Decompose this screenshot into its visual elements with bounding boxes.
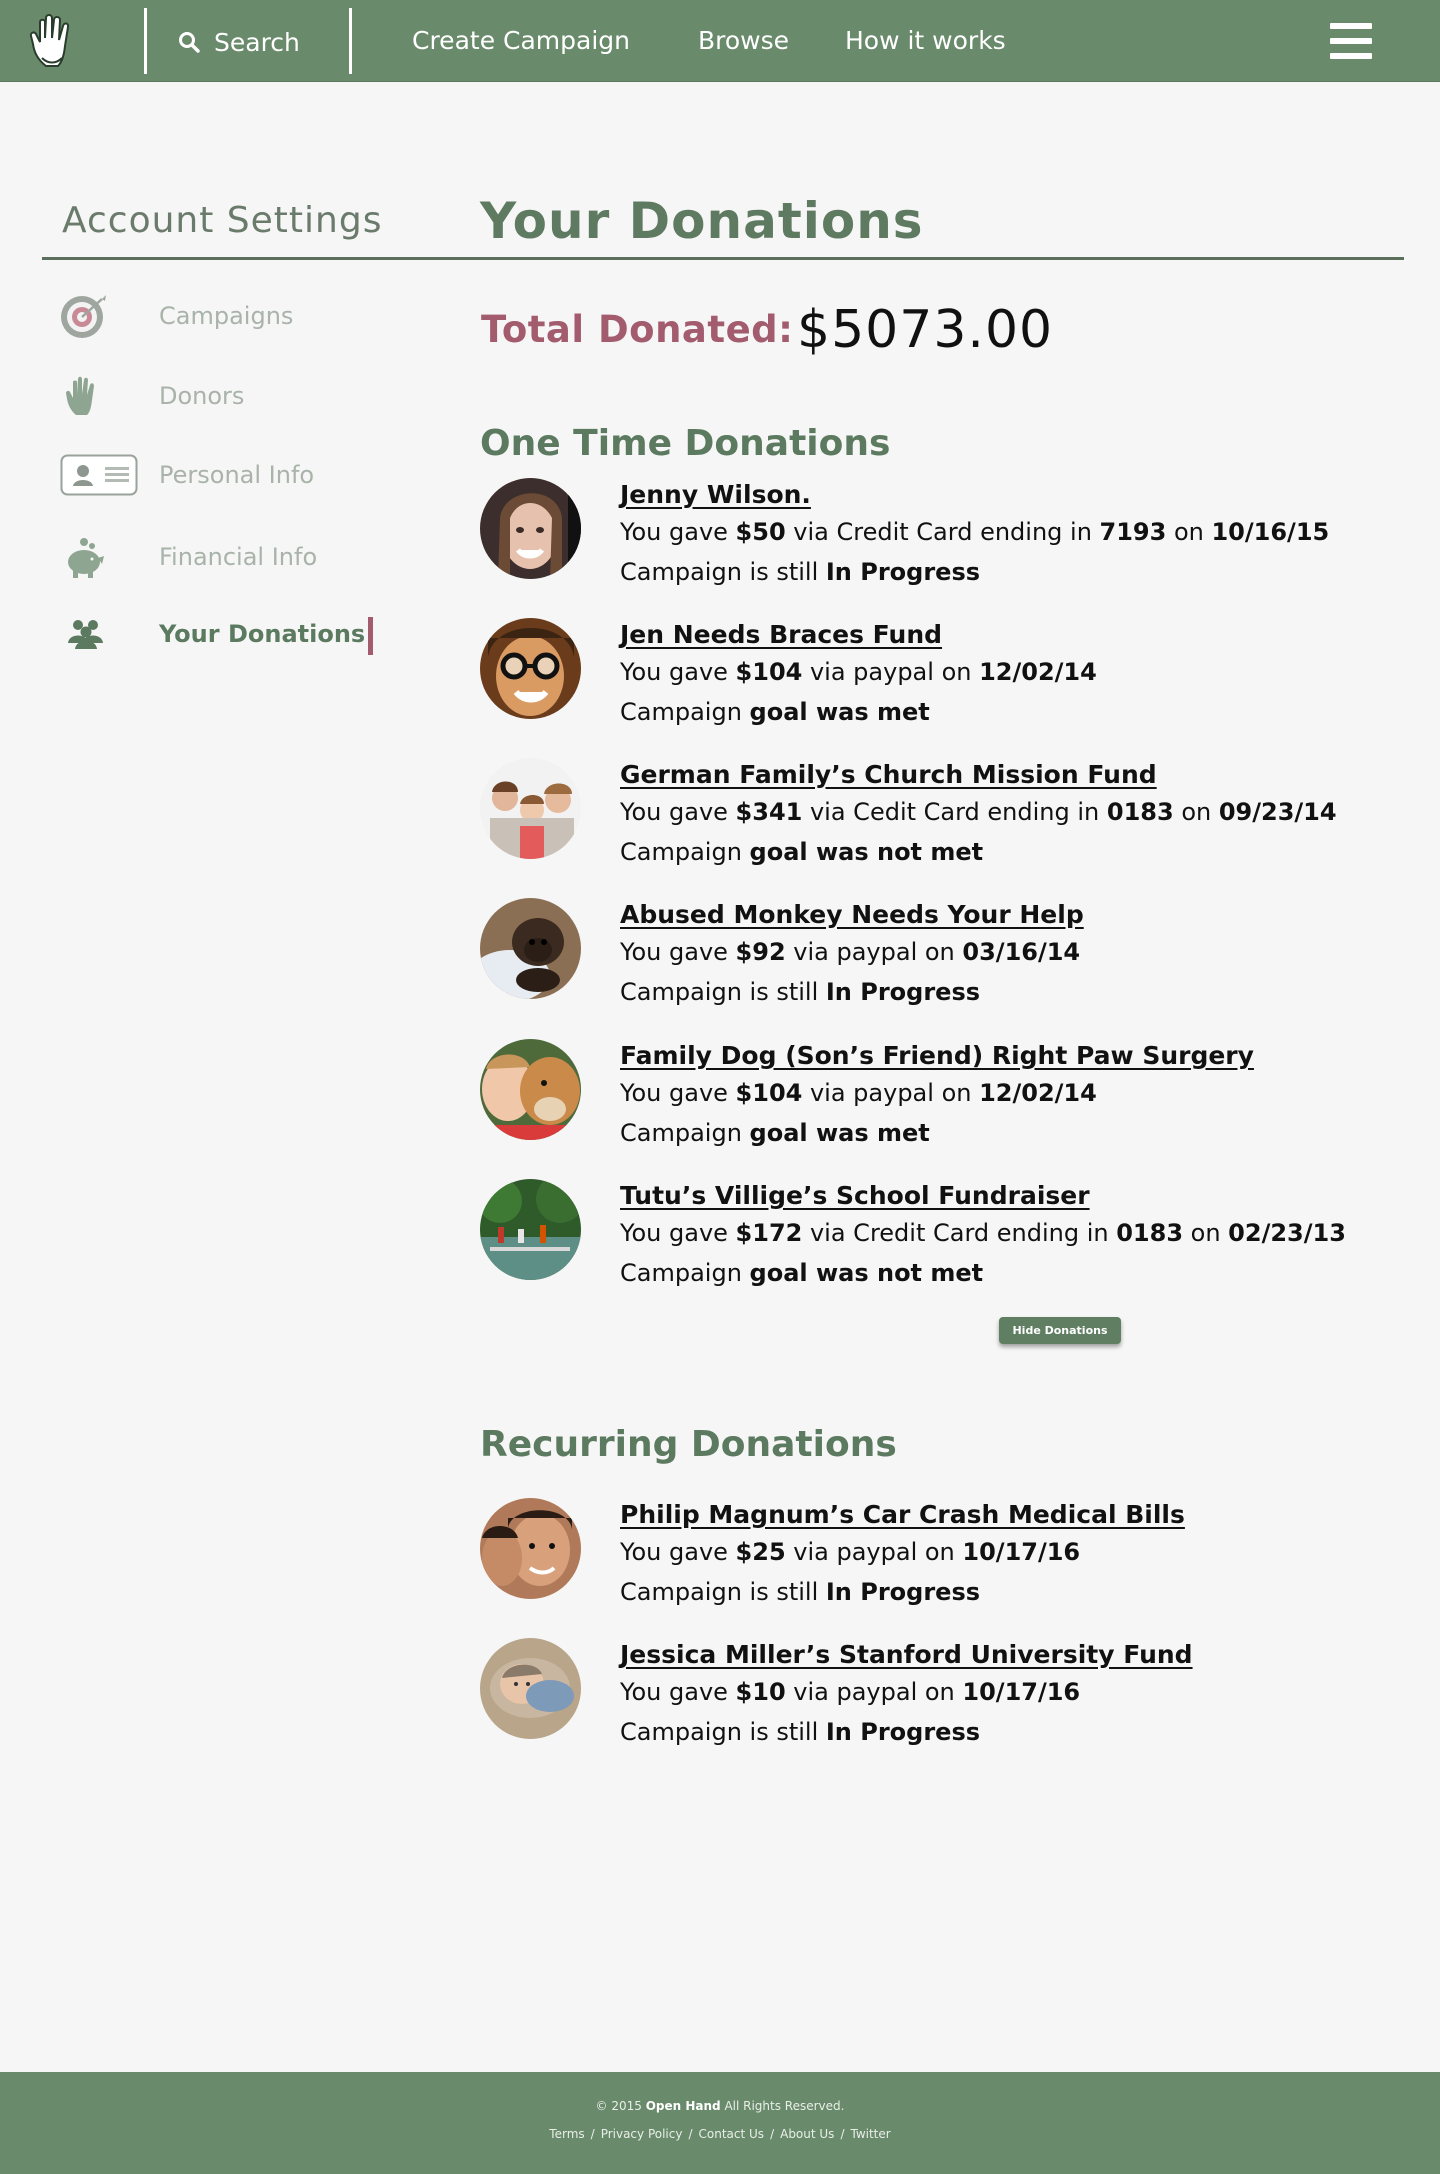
donation-detail: You gave $92 via paypal on 03/16/14 xyxy=(620,938,1081,966)
campaign-link[interactable]: Abused Monkey Needs Your Help xyxy=(620,898,1084,932)
footer: © 2015 Open Hand All Rights Reserved. Te… xyxy=(0,2072,1440,2174)
campaign-status: Campaign goal was not met xyxy=(620,838,984,866)
sidebar-item-label: Your Donations xyxy=(159,620,366,648)
footer-link-terms[interactable]: Terms xyxy=(549,2127,584,2141)
footer-link-twitter[interactable]: Twitter xyxy=(850,2127,890,2141)
donation-detail: You gave $104 via paypal on 12/02/14 xyxy=(620,1079,1097,1107)
active-indicator xyxy=(368,617,373,655)
campaign-avatar[interactable] xyxy=(480,1638,581,1739)
campaign-link[interactable]: Jessica Miller’s Stanford University Fun… xyxy=(620,1638,1193,1672)
footer-link-contact-us[interactable]: Contact Us xyxy=(699,2127,765,2141)
people-icon xyxy=(68,620,103,649)
donation-item: German Family’s Church Mission Fund You … xyxy=(480,758,1380,878)
campaign-status: Campaign is still In Progress xyxy=(620,558,981,586)
campaign-avatar[interactable] xyxy=(480,478,581,579)
nav-browse[interactable]: Browse xyxy=(698,26,789,55)
campaign-status: Campaign is still In Progress xyxy=(620,1578,981,1606)
search-button[interactable]: Search xyxy=(178,26,300,58)
copyright-text: © 2015 Open Hand All Rights Reserved. xyxy=(595,2099,845,2113)
campaign-link[interactable]: Tutu’s Villige’s School Fundraiser xyxy=(620,1179,1090,1213)
sidebar-item-label: Financial Info xyxy=(159,543,318,571)
donation-detail: You gave $10 via paypal on 10/17/16 xyxy=(620,1678,1081,1706)
hide-donations-button[interactable]: Hide Donations xyxy=(999,1317,1121,1344)
sidebar-item-financial-info[interactable]: Financial Info xyxy=(58,527,388,587)
campaign-avatar[interactable] xyxy=(480,1498,581,1599)
sidebar-item-personal-info[interactable]: Personal Info xyxy=(58,445,388,505)
sidebar-item-label: Personal Info xyxy=(159,461,315,489)
account-settings-title: Account Settings xyxy=(62,200,383,241)
donation-item: Jessica Miller’s Stanford University Fun… xyxy=(480,1638,1380,1758)
search-label: Search xyxy=(214,27,300,57)
sidebar-item-your-donations[interactable]: Your Donations xyxy=(58,604,388,664)
header-divider xyxy=(144,8,147,74)
total-donated-value: $5073.00 xyxy=(797,300,1054,360)
donation-item: Abused Monkey Needs Your Help You gave $… xyxy=(480,898,1380,1018)
recurring-donations-title: Recurring Donations xyxy=(480,1424,897,1465)
one-time-donations-title: One Time Donations xyxy=(480,423,891,464)
campaign-avatar[interactable] xyxy=(480,898,581,999)
nav-create-campaign[interactable]: Create Campaign xyxy=(412,26,630,55)
campaign-link[interactable]: Jen Needs Braces Fund xyxy=(620,618,942,652)
header-rule xyxy=(42,257,1404,260)
campaign-avatar[interactable] xyxy=(480,758,581,859)
donation-detail: You gave $25 via paypal on 10/17/16 xyxy=(620,1538,1081,1566)
donation-detail: You gave $50 via Credit Card ending in 7… xyxy=(620,518,1330,546)
sidebar-item-campaigns[interactable]: Campaigns xyxy=(58,286,388,346)
campaign-status: Campaign is still In Progress xyxy=(620,1718,981,1746)
campaign-status: Campaign is still In Progress xyxy=(620,978,981,1006)
campaign-status: Campaign goal was met xyxy=(620,698,930,726)
campaign-link[interactable]: Philip Magnum’s Car Crash Medical Bills xyxy=(620,1498,1185,1532)
campaign-status: Campaign goal was met xyxy=(620,1119,930,1147)
donation-item: Philip Magnum’s Car Crash Medical Bills … xyxy=(480,1498,1380,1618)
sidebar-item-donors[interactable]: Donors xyxy=(58,366,388,426)
donation-item: Tutu’s Villige’s School Fundraiser You g… xyxy=(480,1179,1380,1299)
donation-detail: You gave $172 via Credit Card ending in … xyxy=(620,1219,1346,1247)
target-icon xyxy=(61,295,106,338)
nav-how-it-works[interactable]: How it works xyxy=(845,26,1006,55)
hand-icon xyxy=(66,376,94,415)
id-card-icon xyxy=(60,454,138,496)
hamburger-menu-icon[interactable] xyxy=(1330,23,1372,59)
sidebar-item-label: Donors xyxy=(159,382,245,410)
sidebar-item-label: Campaigns xyxy=(159,302,294,330)
total-donated-label: Total Donated: xyxy=(481,308,794,351)
donation-item: Jen Needs Braces Fund You gave $104 via … xyxy=(480,618,1380,738)
campaign-link[interactable]: Family Dog (Son’s Friend) Right Paw Surg… xyxy=(620,1039,1254,1073)
donation-detail: You gave $341 via Cedit Card ending in 0… xyxy=(620,798,1337,826)
campaign-link[interactable]: German Family’s Church Mission Fund xyxy=(620,758,1157,792)
page-title: Your Donations xyxy=(480,192,924,250)
search-icon xyxy=(179,32,200,53)
campaign-link[interactable]: Jenny Wilson. xyxy=(620,478,811,512)
donation-detail: You gave $104 via paypal on 12/02/14 xyxy=(620,658,1097,686)
header-divider xyxy=(349,8,352,74)
footer-link-privacy-policy[interactable]: Privacy Policy xyxy=(601,2127,683,2141)
donation-item: Family Dog (Son’s Friend) Right Paw Surg… xyxy=(480,1039,1380,1159)
top-navigation-bar: Search Create Campaign Browse How it wor… xyxy=(0,0,1440,82)
donation-item: Jenny Wilson. You gave $50 via Credit Ca… xyxy=(480,478,1380,598)
campaign-avatar[interactable] xyxy=(480,1039,581,1140)
campaign-avatar[interactable] xyxy=(480,1179,581,1280)
campaign-status: Campaign goal was not met xyxy=(620,1259,984,1287)
footer-link-about-us[interactable]: About Us xyxy=(780,2127,834,2141)
hand-logo-icon[interactable] xyxy=(28,10,84,72)
piggy-bank-icon xyxy=(68,538,104,578)
footer-links: Terms / Privacy Policy / Contact Us / About… xyxy=(549,2127,891,2141)
campaign-avatar[interactable] xyxy=(480,618,581,719)
